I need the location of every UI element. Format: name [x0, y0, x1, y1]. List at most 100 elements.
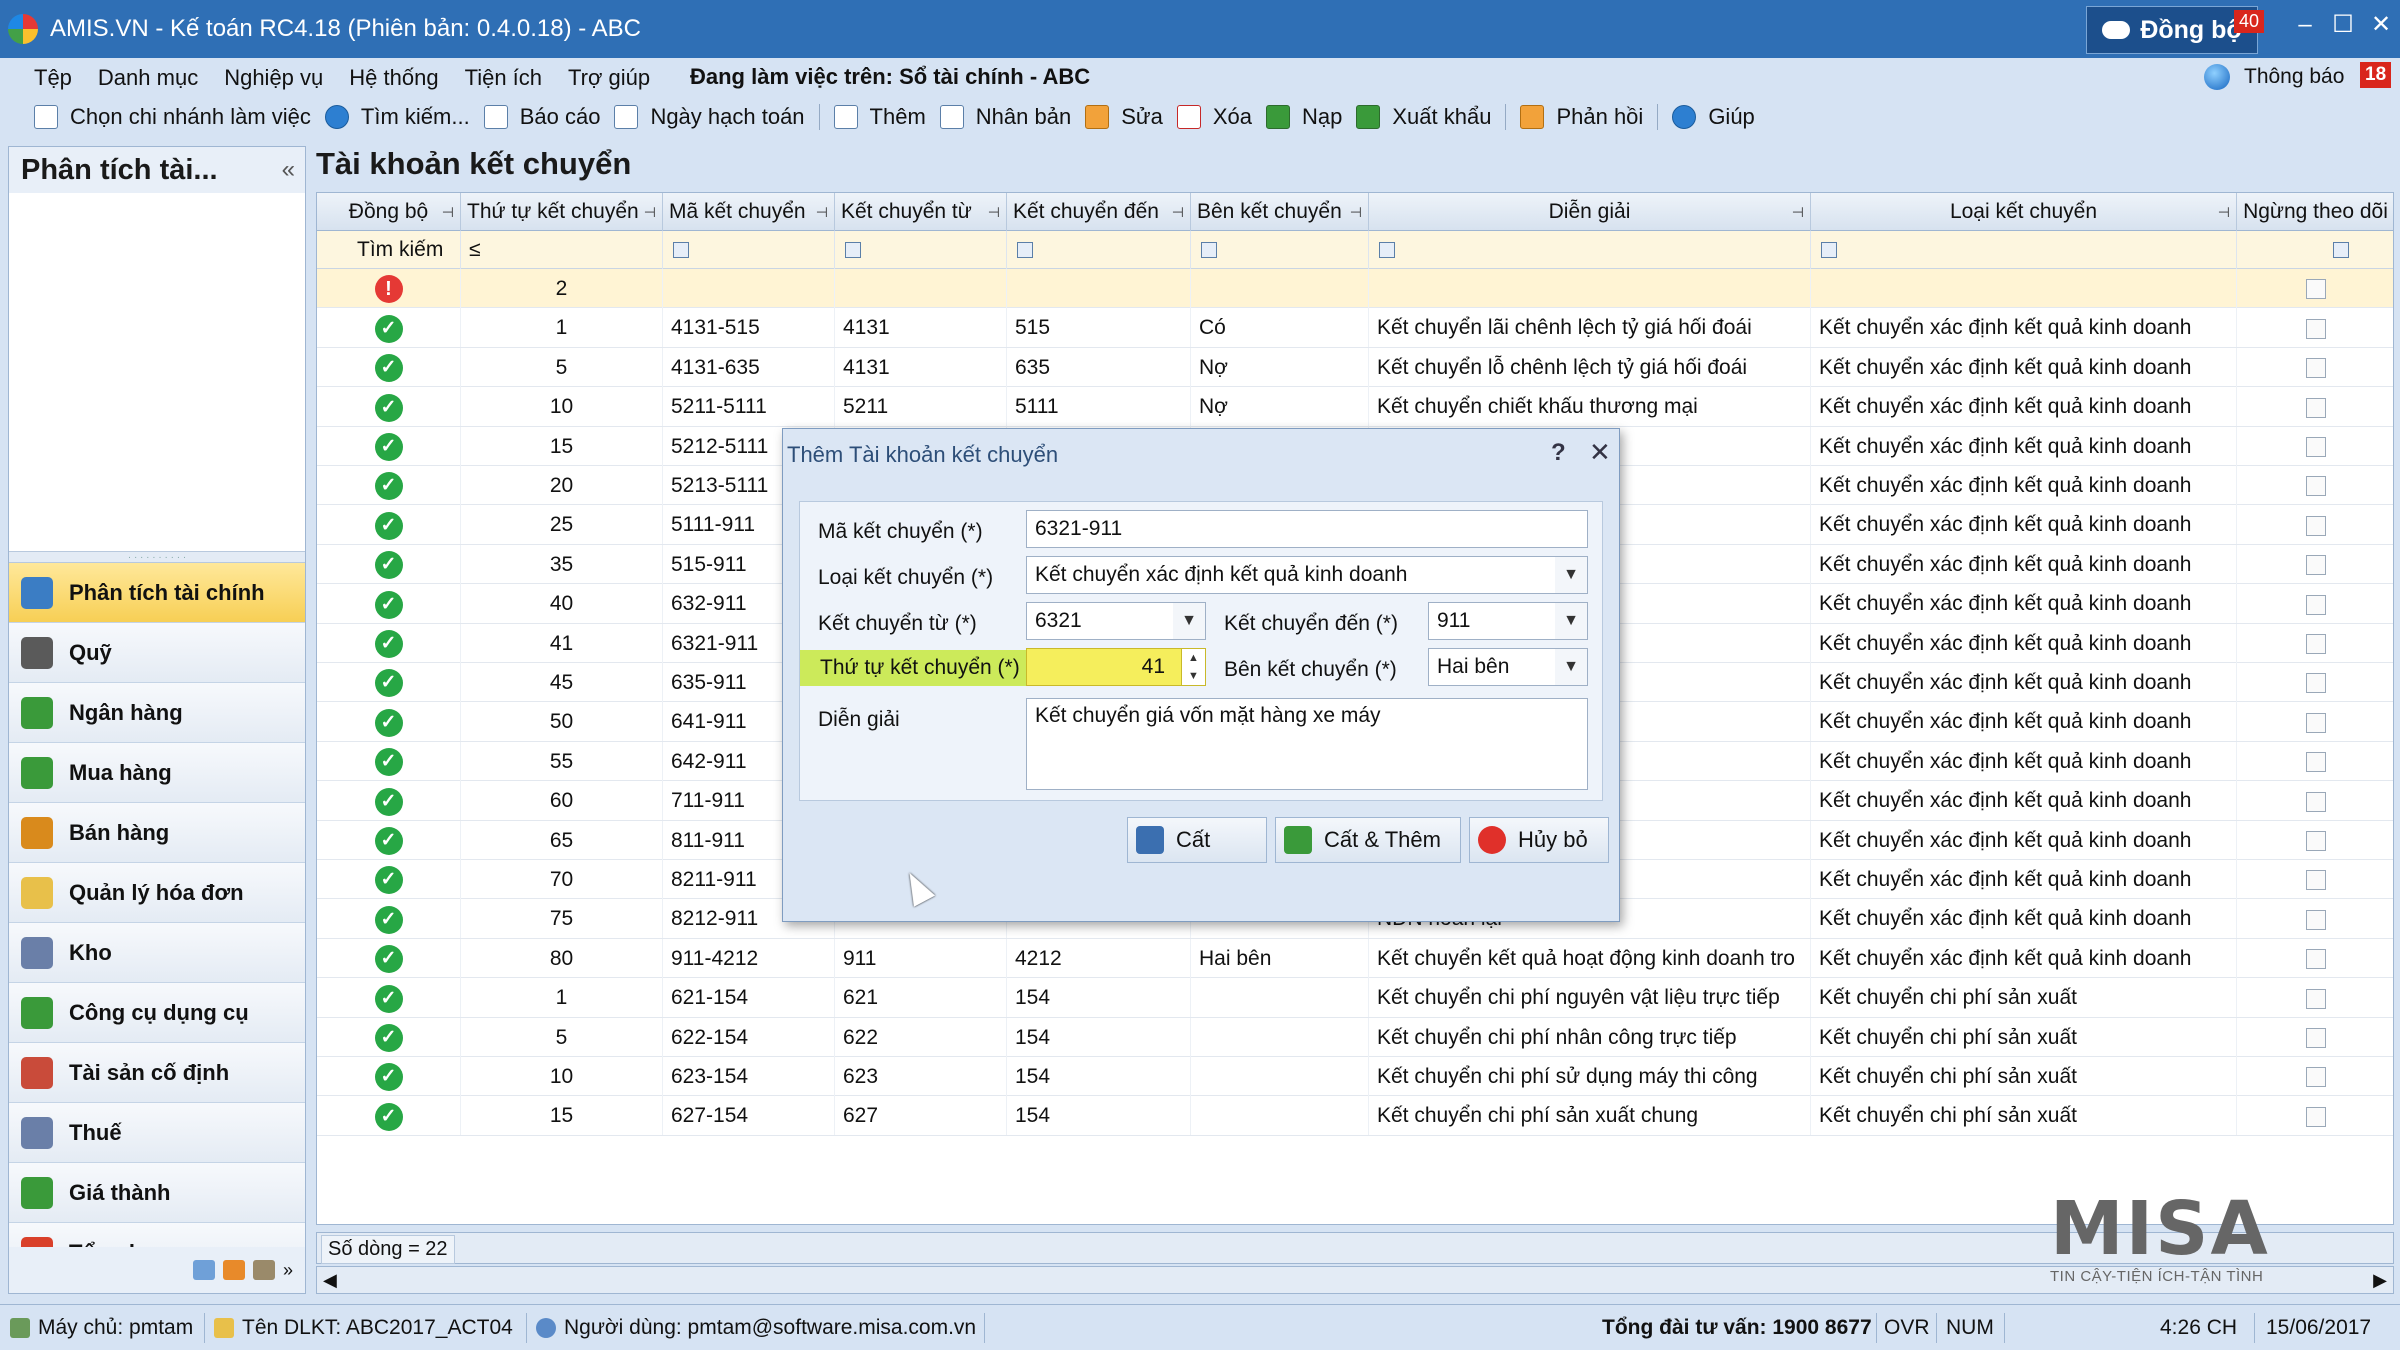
stop-tracking-checkbox[interactable] — [2305, 1106, 2326, 1127]
cell-desc[interactable]: Kết chuyển kết quả hoạt động kinh doanh … — [1369, 938, 1811, 978]
cell-type[interactable]: Kết chuyển xác định kết quả kinh doanh — [1811, 663, 2237, 702]
stop-tracking-checkbox[interactable] — [2305, 437, 2326, 458]
cell-to[interactable]: 154 — [1007, 978, 1191, 1018]
pin-icon[interactable]: ⊣ — [1792, 193, 1804, 231]
cell-code[interactable]: 621-154 — [663, 978, 835, 1018]
cell-type[interactable]: Kết chuyển xác định kết quả kinh doanh — [1811, 347, 2237, 387]
cell-desc[interactable]: Kết chuyển chi phí sử dụng máy thi công — [1369, 1057, 1811, 1096]
cell-stop[interactable] — [2237, 308, 2393, 347]
cell-from[interactable]: 621 — [835, 978, 1007, 1018]
edit-button[interactable]: Sửa — [1085, 104, 1163, 130]
cell-side[interactable]: Có — [1191, 308, 1369, 348]
scroll-right-icon[interactable]: ▶ — [2373, 1270, 2387, 1291]
description-textarea[interactable]: Kết chuyển giá vốn mặt hàng xe máy — [1026, 698, 1588, 790]
cell-type[interactable]: Kết chuyển xác định kết quả kinh doanh — [1811, 899, 2237, 939]
filter-option-icon[interactable] — [673, 242, 689, 258]
cell-side[interactable]: Hai bên — [1191, 938, 1369, 978]
stop-tracking-checkbox[interactable] — [2305, 673, 2326, 694]
cell-desc[interactable]: Kết chuyển chi phí nhân công trực tiếp — [1369, 1017, 1811, 1057]
cell-from[interactable]: 622 — [835, 1017, 1007, 1057]
to-account-combo[interactable]: 911 ▼ — [1428, 602, 1588, 640]
cell-stop[interactable] — [2237, 584, 2393, 623]
stop-tracking-checkbox[interactable] — [2305, 949, 2326, 970]
cell-type[interactable]: Kết chuyển xác định kết quả kinh doanh — [1811, 781, 2237, 821]
cell-stop[interactable] — [2237, 427, 2393, 466]
stop-tracking-checkbox[interactable] — [2305, 279, 2326, 300]
sync-button[interactable]: Đồng bộ — [2086, 6, 2258, 54]
cell-stop[interactable] — [2237, 742, 2393, 781]
cell-side[interactable] — [1191, 978, 1369, 1018]
cell-type[interactable]: Kết chuyển chi phí sản xuất — [1811, 1096, 2237, 1136]
cell-stop[interactable] — [2237, 663, 2393, 702]
cell-order[interactable]: 10 — [461, 1057, 663, 1096]
pin-icon[interactable]: ⊣ — [2218, 193, 2230, 231]
dialog-close-button[interactable]: ✕ — [1589, 437, 1611, 468]
cell-from[interactable]: 4131 — [835, 308, 1007, 348]
chevron-down-icon[interactable]: ▼ — [1555, 649, 1587, 685]
report-button[interactable]: Báo cáo — [483, 104, 600, 130]
stop-tracking-checkbox[interactable] — [2305, 555, 2326, 576]
cell-code[interactable]: 622-154 — [663, 1017, 835, 1057]
nav-item[interactable]: Kho — [9, 923, 305, 983]
menu-help[interactable]: Trợ giúp — [568, 65, 650, 91]
cell-stop[interactable] — [2237, 860, 2393, 899]
panel-splitter[interactable]: · · · · · · · · · · — [9, 551, 305, 563]
cell-sync[interactable]: ✓ — [317, 584, 461, 624]
cell-type[interactable]: Kết chuyển xác định kết quả kinh doanh — [1811, 702, 2237, 742]
cell-side[interactable] — [1191, 1096, 1369, 1136]
filter-option-icon[interactable] — [1821, 242, 1837, 258]
help-button[interactable]: Giúp — [1672, 104, 1755, 130]
stop-tracking-checkbox[interactable] — [2305, 712, 2326, 733]
cell-type[interactable]: Kết chuyển xác định kết quả kinh doanh — [1811, 426, 2237, 466]
cell-side[interactable]: Nợ — [1191, 387, 1369, 427]
stop-tracking-checkbox[interactable] — [2305, 397, 2326, 418]
filter-option-icon[interactable] — [1201, 242, 1217, 258]
save-and-add-button[interactable]: Cất & Thêm — [1275, 817, 1461, 863]
column-header-stop[interactable]: Ngừng theo dõi — [2237, 193, 2393, 231]
cell-sync[interactable]: ✓ — [317, 702, 461, 742]
cell-empty[interactable] — [1191, 269, 1369, 308]
filter-cell[interactable] — [1811, 231, 2237, 269]
delete-button[interactable]: Xóa — [1176, 104, 1252, 130]
chevron-down-icon[interactable]: ▼ — [1555, 603, 1587, 639]
cell-type[interactable]: Kết chuyển xác định kết quả kinh doanh — [1811, 387, 2237, 427]
filter-option-icon[interactable] — [1379, 242, 1395, 258]
cell-sync[interactable]: ✓ — [317, 1057, 461, 1096]
order-stepper[interactable]: 41 ▲ ▼ — [1026, 648, 1206, 686]
minimize-button[interactable]: – — [2288, 8, 2322, 42]
cell-order[interactable]: 20 — [461, 466, 663, 505]
cell-order[interactable]: 25 — [461, 505, 663, 545]
collapse-panel-button[interactable]: « — [282, 156, 295, 184]
search-button[interactable]: Tìm kiếm... — [324, 104, 470, 130]
cell-stop[interactable] — [2237, 348, 2393, 387]
cell-order[interactable]: 55 — [461, 741, 663, 781]
posting-date-button[interactable]: Ngày hạch toán — [614, 104, 805, 130]
cell-type[interactable]: Kết chuyển xác định kết quả kinh doanh — [1811, 505, 2237, 545]
cell-code[interactable]: 4131-515 — [663, 308, 835, 348]
cell-sync[interactable]: ! — [317, 269, 461, 308]
cell-order[interactable]: 40 — [461, 584, 663, 624]
cell-order[interactable]: 5 — [461, 347, 663, 387]
cancel-button[interactable]: Hủy bỏ — [1469, 817, 1609, 863]
cell-order[interactable]: 80 — [461, 938, 663, 978]
add-button[interactable]: Thêm — [833, 104, 926, 130]
cell-stop[interactable] — [2237, 387, 2393, 426]
cell-stop[interactable] — [2237, 466, 2393, 505]
more-chevron-icon[interactable]: » — [283, 1260, 293, 1281]
filter-cell[interactable] — [835, 231, 1007, 269]
cell-stop[interactable] — [2237, 505, 2393, 544]
nav-item[interactable]: Bán hàng — [9, 803, 305, 863]
cell-order[interactable]: 15 — [461, 426, 663, 466]
cell-sync[interactable]: ✓ — [317, 820, 461, 860]
cell-type[interactable]: Kết chuyển xác định kết quả kinh doanh — [1811, 623, 2237, 663]
cell-sync[interactable]: ✓ — [317, 426, 461, 466]
stop-tracking-checkbox[interactable] — [2305, 1028, 2326, 1049]
cell-type[interactable]: Kết chuyển xác định kết quả kinh doanh — [1811, 860, 2237, 899]
column-header-to[interactable]: Kết chuyển đến ⊣ — [1007, 193, 1191, 231]
cell-stop[interactable] — [2237, 781, 2393, 820]
cell-order[interactable]: 60 — [461, 781, 663, 821]
cell-stop[interactable] — [2237, 1057, 2393, 1096]
filter-cell[interactable] — [1007, 231, 1191, 269]
cell-side[interactable]: Nợ — [1191, 347, 1369, 387]
cell-from[interactable]: 4131 — [835, 347, 1007, 387]
